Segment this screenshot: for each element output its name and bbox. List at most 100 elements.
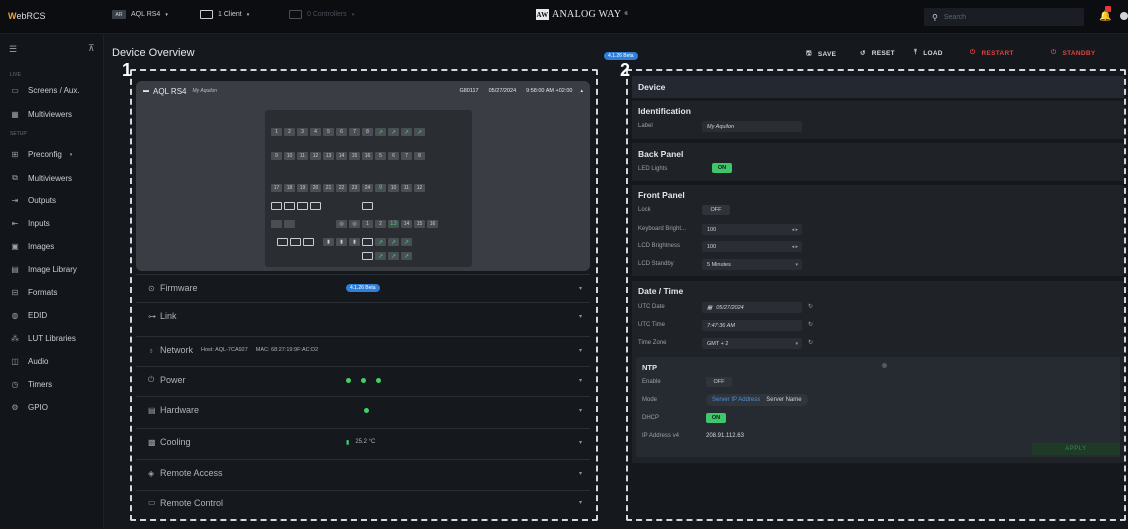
- collapse-icon[interactable]: ⊼: [88, 43, 95, 54]
- front-panel-key: 14: [401, 220, 412, 228]
- sidebar-item-audio[interactable]: ◫ Audio: [10, 357, 48, 366]
- section-remote-access[interactable]: ◈ Remote Access ▾: [136, 459, 590, 486]
- section-network[interactable]: ♁ Network Host: AQL-7CA927 MAC: 68:27:19…: [136, 336, 590, 363]
- ip-address-value: 208.91.112.63: [706, 433, 744, 439]
- mode-server-ip[interactable]: Server IP Address: [712, 397, 760, 403]
- sidebar-item-gpio[interactable]: ⚙ GPIO: [10, 403, 48, 412]
- lcd-brightness-label: LCD Brightness: [638, 243, 681, 249]
- apply-button[interactable]: APPLY: [1032, 443, 1120, 455]
- user-avatar[interactable]: [1120, 12, 1128, 20]
- section-power[interactable]: ⏻ Power ▾: [136, 366, 590, 393]
- cooling-icon: ▩: [148, 437, 156, 447]
- sidebar-item-inputs[interactable]: ⇤ Inputs: [10, 219, 50, 228]
- audio-icon: ◫: [11, 357, 19, 366]
- front-panel-key: ↗: [388, 238, 399, 246]
- ntp-enable-toggle[interactable]: OFF: [706, 377, 732, 387]
- sidebar-item-lut-libraries[interactable]: ⁂ LUT Libraries: [10, 334, 76, 343]
- front-panel-key: 18: [284, 184, 295, 192]
- front-panel-key: ↗: [401, 252, 412, 260]
- back-panel-group: Back Panel LED Lights ON: [632, 143, 1124, 181]
- lut-icon: ⁂: [11, 334, 19, 343]
- sidebar-item-live-multiviewers[interactable]: ▦ Multiviewers: [10, 110, 72, 119]
- stepper-arrows-icon[interactable]: ◂ ▸: [792, 244, 798, 250]
- chevron-down-icon: ▾: [351, 11, 355, 18]
- sidebar-item-multiviewers[interactable]: ⧉ Multiviewers: [10, 173, 72, 183]
- notifications-bell-icon[interactable]: 🔔: [1099, 6, 1111, 22]
- lock-toggle[interactable]: OFF: [702, 205, 730, 215]
- device-header[interactable]: ▬ AQL RS4 My Aquilon G80117 05/27/2024 9…: [143, 84, 583, 98]
- restart-button[interactable]: ⏻ RESTART: [970, 49, 1014, 57]
- device-selector[interactable]: AR AQL RS4 ▾: [112, 10, 168, 19]
- status-dot: [364, 407, 369, 413]
- device-panel-header: Device: [632, 76, 1124, 98]
- calendar-icon: ▦: [707, 304, 713, 311]
- sync-icon[interactable]: ↻: [808, 321, 813, 328]
- sync-icon[interactable]: ↻: [808, 303, 813, 310]
- mode-server-name[interactable]: Server Name: [766, 397, 801, 403]
- front-panel-key: 8: [414, 152, 425, 160]
- chevron-down-icon: ▾: [69, 151, 73, 158]
- sidebar-item-preconfig[interactable]: ⊞ Preconfig ▾: [10, 150, 73, 159]
- section-hardware[interactable]: ▤ Hardware ▾: [136, 396, 590, 423]
- webrcs-logo[interactable]: WebRCS: [8, 11, 46, 21]
- load-button[interactable]: ⤒ LOAD: [914, 49, 943, 57]
- utc-date-field[interactable]: ▦ 05/27/2024: [702, 302, 802, 313]
- reset-button[interactable]: ↺ RESET: [860, 49, 895, 58]
- dhcp-toggle[interactable]: ON: [706, 413, 726, 423]
- front-panel-key: 22: [336, 184, 347, 192]
- save-button[interactable]: 🖫 SAVE: [806, 49, 836, 60]
- standby-button[interactable]: ⏻ STANDBY: [1051, 49, 1128, 57]
- version-badge: 4.1.26 Beta: [604, 50, 638, 60]
- ntp-group: NTP Enable OFF Mode Server IP Address Se…: [636, 357, 1120, 457]
- front-panel-key: ↗: [375, 128, 386, 136]
- network-mac: MAC: 68:27:19:9F:AC:D2: [255, 347, 319, 353]
- lcd-standby-select[interactable]: 5 Minutes ▾: [702, 259, 802, 270]
- front-panel-key: [303, 238, 314, 246]
- front-panel-key: [284, 220, 295, 228]
- utc-time-field[interactable]: 7:47:36 AM: [702, 320, 802, 331]
- sidebar-item-edid[interactable]: ◍ EDID: [10, 311, 48, 320]
- label-field[interactable]: My Aquilon: [702, 121, 802, 132]
- section-link[interactable]: ⊶ Link ▾: [136, 302, 590, 329]
- front-panel-key: 12: [414, 184, 425, 192]
- sidebar-item-formats[interactable]: ⊟ Formats: [10, 288, 58, 297]
- chevron-down-icon: ▾: [578, 470, 582, 477]
- time-zone-select[interactable]: GMT + 2 ▾: [702, 338, 802, 349]
- cooling-temperature: ▮ 25.2 °C: [346, 439, 376, 446]
- status-dot: [376, 377, 381, 383]
- front-panel-key: 1: [362, 220, 373, 228]
- ntp-mode-segmented[interactable]: Server IP Address Server Name: [706, 394, 808, 406]
- front-panel-key: ↗: [388, 128, 399, 136]
- section-cooling[interactable]: ▩ Cooling ▮ 25.2 °C ▾: [136, 428, 590, 455]
- search-input[interactable]: ⚲ Search: [924, 8, 1084, 26]
- lcd-brightness-stepper[interactable]: 100 ◂ ▸: [702, 241, 802, 252]
- keyboard-brightness-stepper[interactable]: 100 ◂ ▸: [702, 224, 802, 235]
- chevron-up-icon: ▴: [580, 88, 583, 94]
- front-panel-key: ◎: [336, 220, 347, 228]
- sidebar-item-timers[interactable]: ◷ Timers: [10, 380, 53, 389]
- gpio-icon: ⚙: [11, 403, 19, 412]
- device-panel-title: Device: [638, 82, 666, 92]
- callout-number-1: 1: [122, 60, 133, 80]
- outputs-icon: ⇥: [11, 196, 19, 205]
- front-panel-key: ↗: [401, 238, 412, 246]
- sync-icon[interactable]: ↻: [808, 339, 813, 346]
- front-panel-key: 11: [401, 184, 412, 192]
- device-time: 9:58:00 AM +02:00: [526, 88, 573, 94]
- sidebar-item-images[interactable]: ▣ Images: [10, 242, 54, 251]
- front-panel-title: Front Panel: [638, 190, 685, 200]
- sidebar-item-screens[interactable]: ▭ Screens / Aux.: [10, 86, 79, 95]
- led-lights-toggle[interactable]: ON: [712, 163, 732, 173]
- images-icon: ▣: [11, 242, 19, 251]
- menu-icon[interactable]: ☰: [9, 44, 17, 55]
- stepper-arrows-icon[interactable]: ◂ ▸: [792, 227, 798, 233]
- front-panel-key: 9: [375, 184, 386, 192]
- controllers-selector[interactable]: 0 Controllers ▾: [289, 10, 354, 19]
- section-firmware[interactable]: ⊙ Firmware 4.1.26 Beta ▾: [136, 274, 590, 301]
- sidebar-item-image-library[interactable]: ▤ Image Library: [10, 265, 77, 274]
- sidebar-item-outputs[interactable]: ⇥ Outputs: [10, 196, 56, 205]
- front-panel-key: [362, 202, 373, 210]
- chevron-down-icon: ▾: [578, 439, 582, 446]
- clients-selector[interactable]: 1 Client ▾: [200, 10, 249, 19]
- section-remote-control[interactable]: ▭ Remote Control ▾: [136, 490, 590, 514]
